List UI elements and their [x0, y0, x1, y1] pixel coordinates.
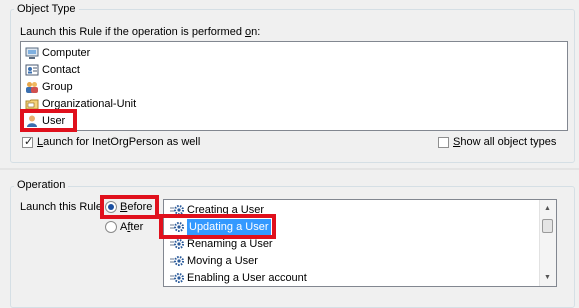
updating-user-highlight-box: [159, 214, 276, 239]
computer-icon: [25, 46, 39, 60]
operation-legend: Operation: [14, 179, 69, 192]
user-highlight-box: [20, 109, 77, 132]
launch-inetorgperson-label[interactable]: Launch for InetOrgPerson as well: [37, 135, 200, 149]
operation-gear-icon: [170, 271, 184, 285]
scrollbar-thumb[interactable]: [542, 219, 553, 233]
check-mark-icon: ✓: [24, 136, 34, 148]
operations-scrollbar[interactable]: ▲ ▼: [539, 200, 556, 286]
object-type-legend: Object Type: [14, 3, 79, 16]
show-all-object-types-checkbox[interactable]: [438, 137, 449, 148]
operation-gear-icon: [170, 254, 184, 268]
contact-card-icon: [25, 63, 39, 77]
operation-item-label: Moving a User: [187, 255, 258, 267]
group-icon: [25, 80, 39, 94]
operations-list[interactable]: Creating a User Updating a User Renaming…: [163, 199, 557, 287]
object-type-list[interactable]: Computer Contact Group Organizational-Un…: [20, 41, 568, 131]
launch-rule-label: Launch this Rule: [20, 201, 102, 213]
object-type-prompt: Launch this Rule if the operation is per…: [20, 26, 261, 38]
after-radio[interactable]: [105, 221, 117, 233]
show-all-object-types-label[interactable]: Show all object types: [453, 135, 556, 149]
object-type-item-contact[interactable]: Contact: [25, 62, 80, 78]
scroll-up-arrow-icon[interactable]: ▲: [540, 201, 555, 216]
operation-item-moving-user[interactable]: Moving a User: [170, 253, 258, 269]
operation-item-enabling-user-account[interactable]: Enabling a User account: [170, 270, 307, 286]
object-type-item-label: Contact: [42, 64, 80, 76]
launch-inetorgperson-checkbox[interactable]: ✓: [22, 136, 34, 148]
section-divider: [0, 168, 579, 170]
object-type-item-label: Group: [42, 81, 73, 93]
after-label[interactable]: After: [120, 220, 143, 234]
before-highlight-box: [100, 195, 159, 219]
object-type-item-computer[interactable]: Computer: [25, 45, 90, 61]
operation-gear-icon: [170, 237, 184, 251]
object-type-item-label: Computer: [42, 47, 91, 59]
scroll-down-arrow-icon[interactable]: ▼: [540, 270, 555, 285]
object-type-item-group[interactable]: Group: [25, 79, 73, 95]
operation-item-label: Enabling a User account: [187, 272, 307, 284]
